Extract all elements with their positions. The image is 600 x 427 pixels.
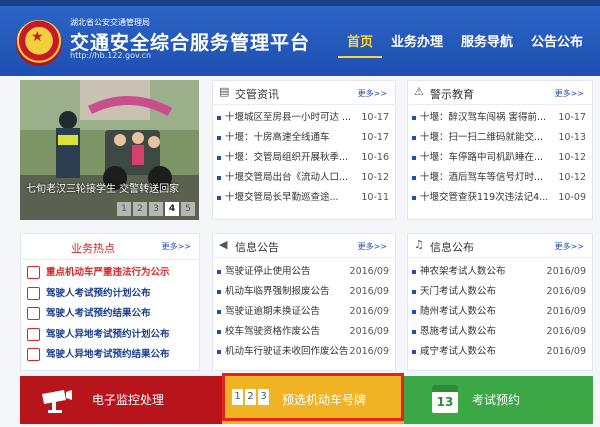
panel-header: ▤ 交管资讯 更多>>	[213, 81, 395, 105]
calendar-icon	[27, 286, 40, 300]
notice-list: 驾驶证停止使用公告 2016/09 机动车临界强制报废公告 2016/09 驾驶证逾…	[217, 262, 389, 362]
publish-list: 神农架考试人数公布 2016/09 天门考试人数公布 2016/09 随州考试人数公…	[412, 262, 586, 362]
list-item[interactable]: 驾驶人考试预约结果公布	[27, 304, 195, 325]
list-item[interactable]: 驾驶人异地考试预约结果公布	[27, 345, 195, 366]
warning-list: 十堰：醉汉驾车闯祸 害得前... 10-17 十堰：扫一扫二维码就能交... 10-…	[412, 108, 586, 208]
slide-photo	[20, 80, 199, 220]
panel-title: 业务热点	[71, 242, 115, 255]
site-header: ★ 湖北省公安交通管理局 交通安全综合服务管理平台 http://hb.122.…	[0, 0, 600, 76]
news-slideshow[interactable]: 七旬老汉三轮接学生 交警转送回家 1 2 3 4 5	[20, 80, 199, 220]
list-item[interactable]: 恩施考试人数公布 2016/09	[412, 322, 586, 342]
page: { "header": { "org": "湖北省公安交通管理局", "titl…	[0, 0, 600, 427]
result-icon	[27, 348, 40, 361]
list-item[interactable]: 校车驾驶资格作废公告 2016/09	[217, 322, 389, 342]
warning-doc-icon	[27, 266, 40, 279]
list-item[interactable]: 机动车行驶证未收回作废公告 2016/09	[217, 342, 389, 362]
megaphone-icon: ◀	[219, 238, 228, 251]
news-list: 十堰城区至房县一小时可达 ... 10-17 十堰：十房高速全线通车 10-17 十…	[217, 108, 389, 208]
checklist-icon	[27, 307, 40, 320]
more-link[interactable]: 更多>>	[555, 88, 584, 99]
list-item[interactable]: 机动车临界强制报废公告 2016/09	[217, 282, 389, 302]
list-item[interactable]: 驾驶证停止使用公告 2016/09	[217, 262, 389, 282]
list-item[interactable]: 十堰：交管局组织开展秋季... 10-16	[217, 148, 389, 168]
camera-icon	[42, 390, 72, 413]
nav-home[interactable]: 首页	[337, 32, 382, 58]
main-nav: 首页 业务办理 服务导航 公告公布	[337, 32, 592, 58]
button-label: 电子监控处理	[92, 393, 165, 407]
list-item[interactable]: 十堰：酒后驾车等信号灯时... 10-12	[412, 168, 586, 188]
list-item[interactable]: 天门考试人数公布 2016/09	[412, 282, 586, 302]
top-strip	[0, 0, 600, 6]
exam-booking-button[interactable]: 13 考试预约	[404, 376, 593, 424]
panel-title: 信息公布	[430, 241, 474, 254]
site-url: http://hb.122.gov.cn	[70, 51, 152, 60]
id-card-icon	[27, 327, 40, 341]
panel-header: ♫ 信息公布 更多>>	[408, 234, 592, 258]
hot-topics-list: 重点机动车严重违法行为公示 驾驶人考试预约计划公布 驾驶人考试预约结果公布 驾驶…	[27, 263, 195, 366]
slide-caption[interactable]: 七旬老汉三轮接学生 交警转送回家	[26, 180, 179, 195]
highlight-box	[222, 373, 404, 421]
panel-title: 警示教育	[430, 88, 474, 101]
list-item[interactable]: 十堰交管查获119次违法记4... 10-09	[412, 188, 586, 208]
slide-page-2[interactable]: 2	[133, 202, 147, 216]
calendar-icon: 13	[432, 385, 458, 413]
list-item[interactable]: 重点机动车严重违法行为公示	[27, 263, 195, 284]
nav-service-guide[interactable]: 服务导航	[452, 32, 522, 58]
panel-title: 交管资讯	[235, 88, 279, 101]
panel-header: 业务热点 更多>>	[21, 234, 199, 260]
list-item[interactable]: 十堰交管局出台《流动人口... 10-12	[217, 168, 389, 188]
list-item[interactable]: 神农架考试人数公布 2016/09	[412, 262, 586, 282]
panel-header: ⚠ 警示教育 更多>>	[408, 81, 592, 105]
slide-pager: 1 2 3 4 5	[117, 202, 195, 216]
info-publish-panel: ♫ 信息公布 更多>> 神农架考试人数公布 2016/09 天门考试人数公布 201…	[407, 233, 593, 371]
panel-title: 信息公告	[235, 241, 279, 254]
list-item[interactable]: 十堰交管局长早勤巡查途... 10-11	[217, 188, 389, 208]
electronic-monitoring-button[interactable]: 电子监控处理	[20, 376, 222, 424]
list-item[interactable]: 十堰：车停路中司机趴睡在... 10-12	[412, 148, 586, 168]
news-icon: ▤	[219, 85, 230, 98]
list-item[interactable]: 驾驶人异地考试预约计划公布	[27, 325, 195, 346]
list-item[interactable]: 驾驶人考试预约计划公布	[27, 284, 195, 305]
more-link[interactable]: 更多>>	[555, 241, 584, 252]
list-item[interactable]: 十堰：十房高速全线通车 10-17	[217, 128, 389, 148]
button-label: 考试预约	[472, 393, 521, 407]
hot-topics-panel: 业务热点 更多>> 重点机动车严重违法行为公示 驾驶人考试预约计划公布 驾驶人考…	[20, 233, 200, 371]
info-notice-panel: ◀ 信息公告 更多>> 驾驶证停止使用公告 2016/09 机动车临界强制报废公告…	[212, 233, 396, 371]
more-link[interactable]: 更多>>	[358, 241, 387, 252]
list-item[interactable]: 驾驶证逾期未换证公告 2016/09	[217, 302, 389, 322]
list-item[interactable]: 十堰：醉汉驾车闯祸 害得前... 10-17	[412, 108, 586, 128]
slide-page-5[interactable]: 5	[181, 202, 195, 216]
alert-icon: ⚠	[414, 85, 424, 98]
more-link[interactable]: 更多>>	[358, 88, 387, 99]
slide-page-1[interactable]: 1	[117, 202, 131, 216]
list-item[interactable]: 十堰城区至房县一小时可达 ... 10-17	[217, 108, 389, 128]
traffic-news-panel: ▤ 交管资讯 更多>> 十堰城区至房县一小时可达 ... 10-17 十堰：十房高…	[212, 80, 396, 220]
org-name: 湖北省公安交通管理局	[70, 18, 150, 27]
more-link[interactable]: 更多>>	[162, 241, 191, 252]
list-item[interactable]: 咸宁考试人数公布 2016/09	[412, 342, 586, 362]
nav-announcements[interactable]: 公告公布	[522, 32, 592, 58]
slide-page-4[interactable]: 4	[165, 202, 179, 216]
slide-page-3[interactable]: 3	[149, 202, 163, 216]
nav-business[interactable]: 业务办理	[382, 32, 452, 58]
bell-icon: ♫	[414, 238, 424, 251]
warning-education-panel: ⚠ 警示教育 更多>> 十堰：醉汉驾车闯祸 害得前... 10-17 十堰：扫一扫…	[407, 80, 593, 220]
list-item[interactable]: 随州考试人数公布 2016/09	[412, 302, 586, 322]
list-item[interactable]: 十堰：扫一扫二维码就能交... 10-13	[412, 128, 586, 148]
police-emblem-icon: ★	[16, 20, 62, 66]
panel-header: ◀ 信息公告 更多>>	[213, 234, 395, 258]
